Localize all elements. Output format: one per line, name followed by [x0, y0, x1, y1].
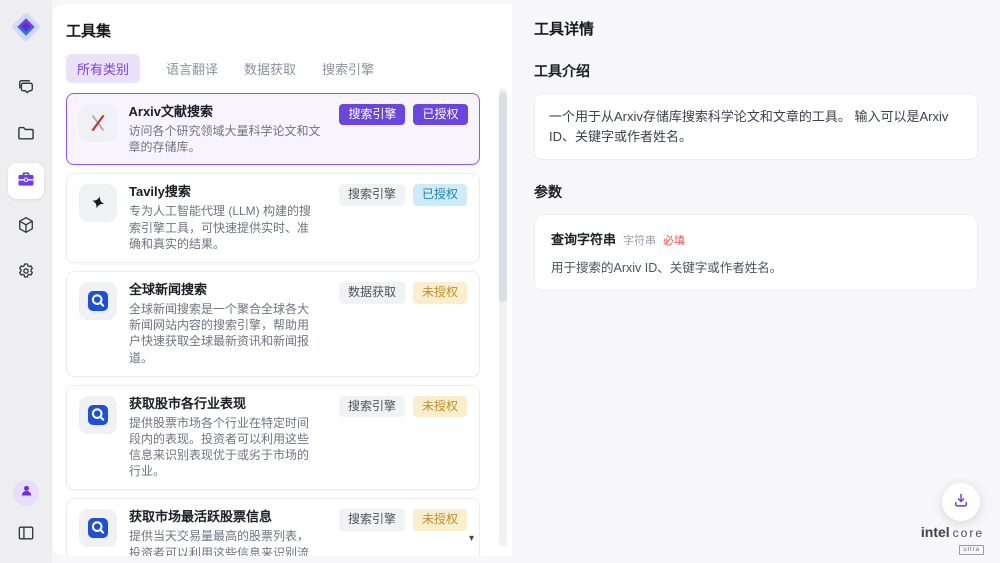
- tool-description: 专为人工智能代理 (LLM) 构建的搜索引擎工具，可快速提供实时、准确和真实的结…: [129, 203, 321, 252]
- tool-description: 提供股票市场各个行业在特定时间段内的表现。投资者可以利用这些信息来识别表现优于或…: [129, 415, 321, 480]
- tool-name: 全球新闻搜索: [129, 282, 321, 298]
- gear-icon: [16, 261, 36, 286]
- panel-toggle-icon: [16, 523, 36, 548]
- parameter-description: 用于搜索的Arxiv ID、关键字或作者姓名。: [551, 257, 961, 276]
- chat-icon: [16, 77, 36, 102]
- tool-category-badge: 数据获取: [339, 282, 405, 304]
- category-tab[interactable]: 语言翻译: [166, 59, 218, 78]
- category-tab[interactable]: 搜索引擎: [322, 59, 374, 78]
- tool-auth-badge: 已授权: [413, 184, 467, 206]
- tool-auth-badge: 已授权: [413, 104, 467, 126]
- download-icon: [952, 491, 970, 514]
- intro-card: 一个用于从Arxiv存储库搜索科学论文和文章的工具。 输入可以是Arxiv ID…: [534, 93, 978, 160]
- brand-ultra-badge: ultra: [959, 545, 984, 555]
- cube-icon: [16, 215, 36, 240]
- tool-card[interactable]: 获取股市各行业表现 提供股票市场各个行业在特定时间段内的表现。投资者可以利用这些…: [66, 385, 480, 491]
- tool-category-badge: 搜索引擎: [339, 396, 405, 418]
- sidebar-item-tools[interactable]: [8, 163, 44, 199]
- arxiv-tool-icon: [79, 104, 117, 142]
- app-logo: [8, 9, 44, 45]
- user-avatar: [13, 480, 39, 506]
- tool-card[interactable]: 全球新闻搜索 全球新闻搜索是一个聚合全球各大新闻网站内容的搜索引擎，帮助用户快速…: [66, 271, 480, 377]
- details-title: 工具详情: [534, 18, 978, 39]
- tool-category-badge: 搜索引擎: [339, 509, 405, 531]
- category-tab[interactable]: 数据获取: [244, 59, 296, 78]
- sidebar-item-models[interactable]: [8, 209, 44, 245]
- toolset-panel: 工具集 所有类别语言翻译数据获取搜索引擎 Arxiv文献搜索 访问各个研究领域大…: [52, 4, 512, 556]
- tool-description: 提供当天交易量最高的股票列表，投资者可以利用这些信息来识别流动性强的股票和潜在的…: [129, 528, 321, 556]
- intro-heading: 工具介绍: [534, 61, 978, 81]
- sidebar: [0, 0, 52, 563]
- params-heading: 参数: [534, 182, 978, 202]
- tool-name: 获取股市各行业表现: [129, 396, 321, 412]
- quark-tool-icon: [79, 396, 117, 434]
- tool-category-badge: 搜索引擎: [339, 104, 405, 126]
- parameter-item: 查询字符串 字符串 必填 用于搜索的Arxiv ID、关键字或作者姓名。: [551, 229, 961, 276]
- tool-card[interactable]: Tavily搜索 专为人工智能代理 (LLM) 构建的搜索引擎工具，可快速提供实…: [66, 173, 480, 263]
- parameter-name: 查询字符串: [551, 229, 616, 248]
- tool-card[interactable]: Arxiv文献搜索 访问各个研究领域大量科学论文和文章的存储库。 搜索引擎 已授…: [66, 93, 480, 165]
- params-card: 查询字符串 字符串 必填 用于搜索的Arxiv ID、关键字或作者姓名。: [534, 214, 978, 291]
- intel-core-logo: intel core ultra: [921, 525, 984, 555]
- toolset-title: 工具集: [66, 20, 480, 41]
- tool-category-badge: 搜索引擎: [339, 184, 405, 206]
- brand-intel: intel: [921, 525, 950, 539]
- sidebar-item-panel-toggle[interactable]: [8, 517, 44, 553]
- toolbox-icon: [16, 169, 36, 194]
- quark-tool-icon: [79, 282, 117, 320]
- folder-icon: [16, 123, 36, 148]
- sidebar-nav: [8, 71, 44, 291]
- tool-description: 全球新闻搜索是一个聚合全球各大新闻网站内容的搜索引擎，帮助用户快速获取全球最新资…: [129, 301, 321, 366]
- parameter-required-badge: 必填: [663, 232, 685, 248]
- tool-auth-badge: 未授权: [413, 509, 467, 531]
- tool-card[interactable]: 获取市场最活跃股票信息 提供当天交易量最高的股票列表，投资者可以利用这些信息来识…: [66, 498, 480, 556]
- sidebar-item-user[interactable]: [8, 475, 44, 511]
- tool-name: 获取市场最活跃股票信息: [129, 509, 321, 525]
- sidebar-item-settings[interactable]: [8, 255, 44, 291]
- tool-list: Arxiv文献搜索 访问各个研究领域大量科学论文和文章的存储库。 搜索引擎 已授…: [66, 93, 480, 556]
- scroll-down-indicator: ▾: [469, 533, 474, 544]
- user-icon: [19, 483, 34, 503]
- quark-tool-icon: [79, 509, 117, 547]
- list-scrollbar[interactable]: [499, 88, 507, 546]
- sidebar-item-files[interactable]: [8, 117, 44, 153]
- tool-name: Tavily搜索: [129, 184, 321, 200]
- tool-name: Arxiv文献搜索: [129, 104, 322, 120]
- tool-auth-badge: 未授权: [413, 282, 467, 304]
- sidebar-item-chat[interactable]: [8, 71, 44, 107]
- category-tab[interactable]: 所有类别: [66, 54, 140, 83]
- scrollbar-thumb[interactable]: [499, 92, 507, 302]
- tool-details-panel: 工具详情 工具介绍 一个用于从Arxiv存储库搜索科学论文和文章的工具。 输入可…: [512, 0, 1000, 563]
- intro-text: 一个用于从Arxiv存储库搜索科学论文和文章的工具。 输入可以是Arxiv ID…: [549, 109, 948, 144]
- sparkle-tool-icon: [79, 184, 117, 222]
- tool-description: 访问各个研究领域大量科学论文和文章的存储库。: [129, 123, 322, 155]
- brand-core: core: [953, 527, 984, 539]
- download-button[interactable]: [942, 483, 980, 521]
- parameter-type: 字符串: [623, 232, 656, 248]
- category-tabs: 所有类别 语言翻译 数据获取 搜索引擎: [66, 55, 480, 81]
- tool-auth-badge: 未授权: [413, 396, 467, 418]
